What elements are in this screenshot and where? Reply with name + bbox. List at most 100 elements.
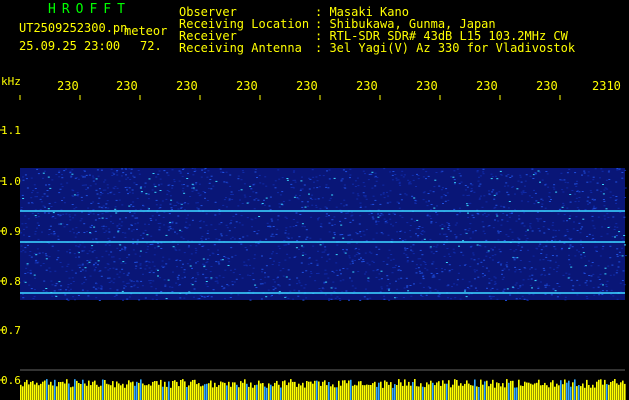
noise-speckle	[621, 172, 624, 173]
noise-speckle	[450, 298, 452, 300]
noise-speckle	[284, 229, 287, 231]
noise-speckle	[587, 171, 590, 173]
noise-speckle	[506, 191, 509, 193]
noise-speckle	[120, 225, 123, 227]
noise-speckle	[126, 189, 128, 191]
level-bar	[322, 381, 324, 400]
noise-speckle	[453, 179, 456, 181]
noise-speckle	[356, 177, 359, 179]
noise-speckle	[150, 270, 153, 272]
noise-speckle	[94, 230, 97, 232]
noise-speckle	[294, 181, 297, 183]
noise-speckle	[180, 207, 183, 209]
noise-speckle	[223, 199, 226, 201]
noise-speckle	[73, 208, 76, 210]
noise-speckle	[380, 213, 383, 215]
level-bar	[590, 387, 592, 400]
noise-speckle	[440, 171, 443, 173]
level-bar	[336, 387, 338, 400]
noise-speckle	[375, 269, 378, 271]
noise-speckle	[25, 267, 28, 269]
noise-speckle	[339, 269, 341, 271]
noise-speckle	[213, 244, 216, 246]
noise-speckle	[397, 278, 400, 280]
noise-speckle	[34, 262, 37, 264]
noise-speckle	[199, 194, 202, 196]
noise-speckle	[37, 261, 40, 263]
noise-speckle	[132, 238, 135, 240]
noise-speckle	[505, 299, 507, 301]
noise-speckle	[112, 267, 115, 269]
noise-speckle	[537, 228, 540, 229]
noise-speckle	[177, 208, 180, 210]
noise-speckle	[152, 173, 155, 174]
level-bar	[128, 380, 130, 400]
noise-speckle	[328, 299, 330, 301]
noise-speckle	[342, 268, 345, 269]
noise-speckle	[163, 224, 166, 226]
noise-speckle	[22, 179, 25, 181]
noise-speckle	[418, 226, 421, 227]
noise-speckle	[234, 227, 236, 229]
noise-speckle	[398, 183, 401, 185]
noise-speckle	[242, 236, 245, 238]
noise-speckle	[364, 196, 367, 198]
noise-speckle	[59, 188, 62, 190]
noise-speckle	[140, 191, 143, 193]
noise-speckle	[200, 176, 203, 178]
level-bar	[270, 384, 272, 400]
noise-speckle	[372, 270, 375, 272]
noise-speckle	[417, 178, 420, 180]
noise-speckle	[445, 188, 448, 190]
noise-speckle	[231, 236, 234, 238]
noise-speckle	[101, 207, 104, 209]
level-bar	[594, 387, 596, 400]
noise-speckle	[445, 262, 448, 263]
level-bar	[312, 383, 314, 400]
noise-speckle	[250, 218, 253, 220]
noise-speckle	[453, 208, 456, 210]
noise-speckle	[342, 169, 345, 171]
noise-speckle	[336, 244, 339, 246]
level-bar	[384, 380, 386, 400]
noise-speckle	[433, 207, 436, 209]
level-bar	[446, 383, 448, 400]
noise-speckle	[100, 169, 103, 171]
noise-speckle	[503, 288, 506, 290]
noise-speckle	[588, 275, 591, 276]
noise-speckle	[274, 180, 277, 182]
noise-speckle	[114, 208, 117, 210]
noise-speckle	[368, 213, 371, 215]
noise-speckle	[108, 244, 111, 246]
noise-speckle	[154, 186, 157, 188]
noise-speckle	[496, 298, 499, 300]
noise-speckle	[485, 201, 488, 203]
level-bar	[492, 379, 494, 400]
noise-speckle	[180, 231, 183, 232]
time-tick-label: 230	[236, 79, 258, 93]
noise-speckle	[323, 283, 326, 285]
noise-speckle	[61, 174, 63, 176]
noise-speckle	[596, 182, 599, 184]
level-bar	[442, 380, 444, 400]
noise-speckle	[36, 222, 39, 224]
noise-speckle	[115, 199, 118, 201]
noise-speckle	[210, 224, 213, 226]
level-bar	[186, 387, 188, 400]
level-bar	[558, 385, 560, 400]
noise-speckle	[171, 185, 174, 187]
noise-speckle	[406, 260, 409, 261]
level-bar	[466, 380, 468, 400]
noise-speckle	[356, 193, 359, 195]
noise-speckle	[547, 228, 550, 230]
noise-speckle	[391, 174, 394, 176]
noise-speckle	[202, 258, 205, 260]
level-bar	[522, 386, 524, 400]
noise-speckle	[497, 232, 500, 234]
noise-speckle	[215, 276, 218, 278]
noise-speckle	[74, 236, 77, 238]
level-bar	[122, 383, 124, 400]
noise-speckle	[126, 257, 129, 258]
noise-speckle	[466, 186, 469, 188]
level-bar	[160, 379, 162, 400]
